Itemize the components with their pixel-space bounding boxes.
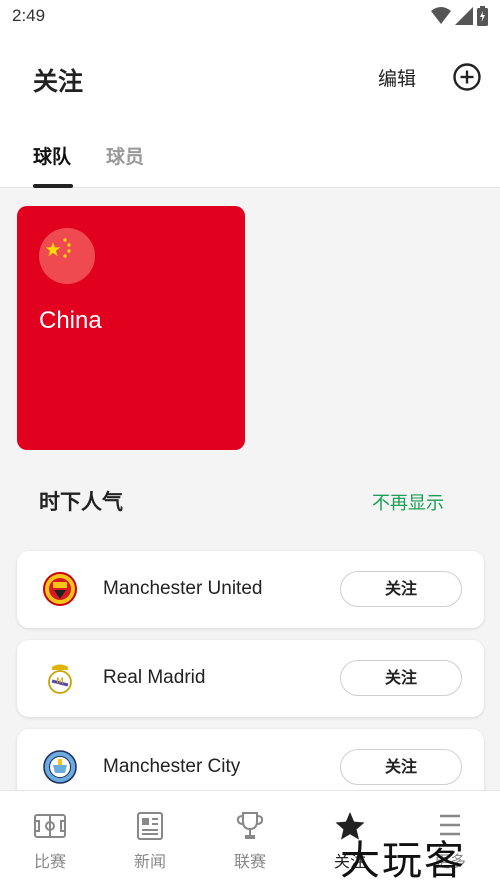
- battery-icon: [477, 6, 488, 26]
- svg-text:M: M: [56, 677, 64, 687]
- tab-players[interactable]: 球员: [106, 142, 144, 169]
- status-icons: [431, 6, 488, 26]
- nav-item-news[interactable]: 新闻: [100, 791, 200, 889]
- follow-button[interactable]: 关注: [340, 660, 462, 696]
- club-name: Manchester City: [103, 756, 241, 777]
- nav-item-leagues[interactable]: 联赛: [200, 791, 300, 889]
- trophy-icon: [236, 812, 264, 839]
- add-circle-icon[interactable]: [452, 62, 482, 92]
- team-card-china[interactable]: China: [17, 206, 245, 450]
- wifi-icon: [431, 7, 451, 24]
- edit-button[interactable]: 编辑: [378, 64, 416, 91]
- china-flag-icon: [39, 228, 95, 284]
- pitch-icon: [34, 814, 66, 838]
- page-title: 关注: [33, 67, 84, 96]
- manchester-united-crest-icon: [43, 572, 77, 606]
- signal-icon: [455, 7, 473, 25]
- real-madrid-crest-icon: M: [48, 664, 72, 694]
- club-card-manchester-united[interactable]: Manchester United 关注: [17, 551, 484, 628]
- dismiss-link[interactable]: 不再显示: [372, 489, 444, 515]
- club-name: Real Madrid: [103, 667, 206, 688]
- watermark: 大玩客: [340, 838, 466, 884]
- tab-teams[interactable]: 球队: [33, 142, 71, 169]
- manchester-city-crest-icon: [43, 750, 77, 784]
- section-title: 时下人气: [39, 490, 123, 514]
- status-time: 2:49: [12, 6, 46, 25]
- nav-label: 联赛: [233, 852, 266, 871]
- club-name: Manchester United: [103, 578, 263, 599]
- nav-item-matches[interactable]: 比赛: [0, 791, 100, 889]
- nav-label: 新闻: [133, 852, 166, 871]
- follow-button[interactable]: 关注: [340, 571, 462, 607]
- header: 关注 编辑 球队 球员: [0, 34, 500, 188]
- follow-button[interactable]: 关注: [340, 749, 462, 785]
- news-icon: [137, 812, 163, 840]
- nav-label: 比赛: [33, 852, 66, 871]
- status-bar: 2:49: [0, 0, 500, 34]
- team-name: China: [39, 307, 102, 334]
- tab-active-indicator: [33, 184, 73, 188]
- club-card-real-madrid[interactable]: M Real Madrid 关注: [17, 640, 484, 717]
